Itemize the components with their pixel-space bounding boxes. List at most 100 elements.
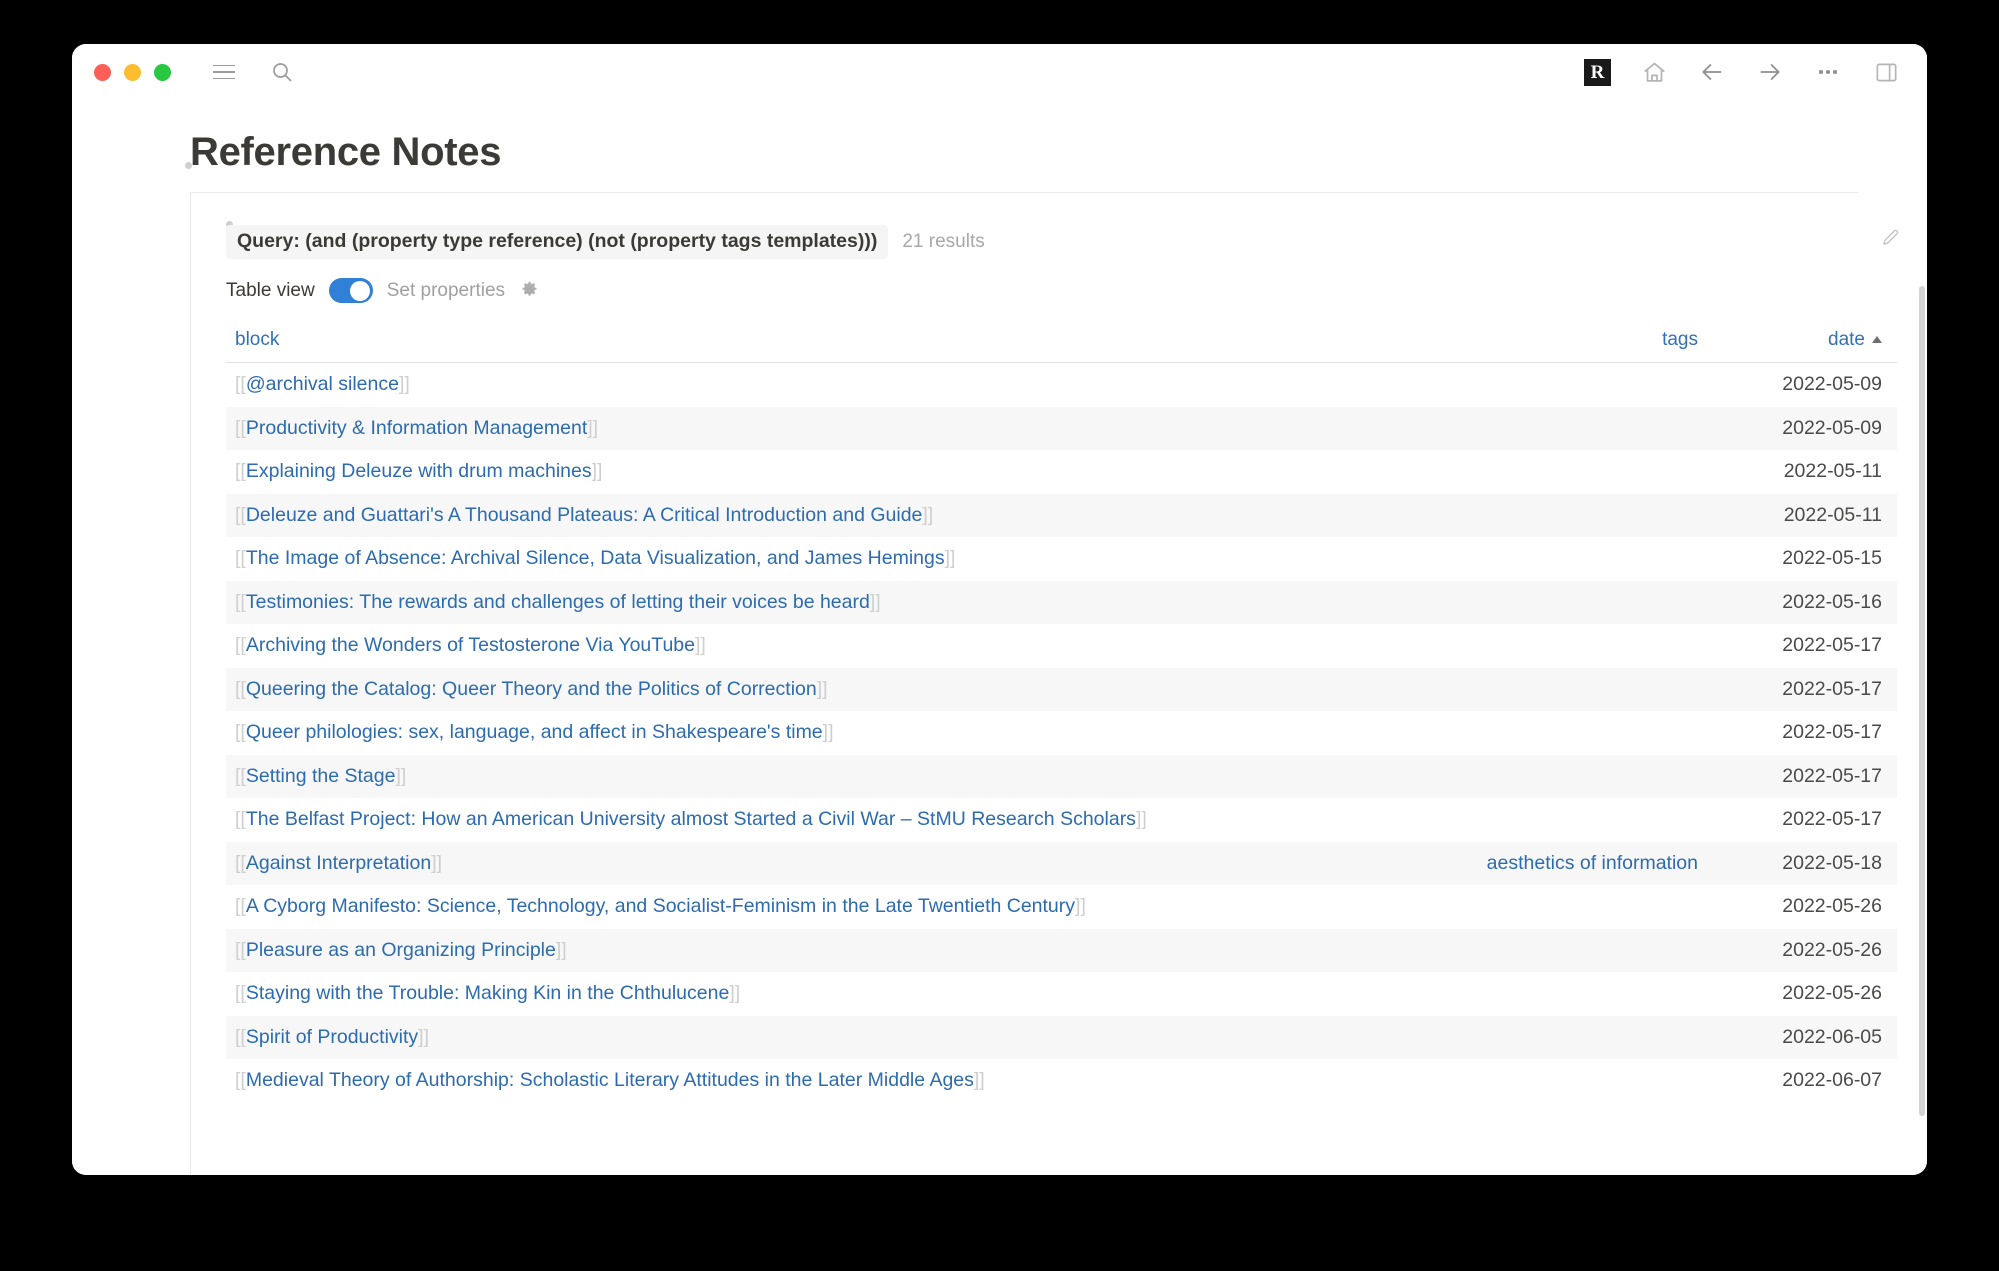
minimize-window-button[interactable]: [124, 63, 141, 81]
page-reference-link[interactable]: Pleasure as an Organizing Principle: [246, 939, 556, 961]
page-reference-link[interactable]: Setting the Stage: [246, 765, 396, 787]
table-cell-block: [[@archival silence]]: [235, 373, 1408, 396]
table-header-row: block tags date: [226, 329, 1897, 363]
column-header-block[interactable]: block: [235, 329, 279, 350]
table-row[interactable]: [[Queering the Catalog: Queer Theory and…: [226, 667, 1897, 711]
table-row[interactable]: [[Archiving the Wonders of Testosterone …: [226, 624, 1897, 668]
pencil-icon[interactable]: [1879, 227, 1901, 254]
menu-icon[interactable]: [209, 57, 239, 87]
traffic-lights: [94, 63, 171, 81]
table-row[interactable]: [[Staying with the Trouble: Making Kin i…: [226, 972, 1897, 1016]
page-ref-close-bracket: ]]: [816, 677, 828, 700]
page-ref-close-bracket: ]]: [822, 721, 834, 744]
table-cell-block: [[Against Interpretation]]: [235, 852, 1408, 875]
page-ref-close-bracket: ]]: [869, 590, 881, 613]
page-title-row: Reference Notes: [72, 100, 1927, 174]
table-cell-date: 2022-05-17: [1782, 764, 1882, 787]
page-reference-link[interactable]: Testimonies: The rewards and challenges …: [246, 591, 870, 613]
page-reference-link[interactable]: The Belfast Project: How an American Uni…: [246, 808, 1136, 830]
table-row[interactable]: [[Setting the Stage]] 2022-05-17: [226, 754, 1897, 798]
forward-arrow-icon[interactable]: [1755, 57, 1785, 87]
page-reference-link[interactable]: Staying with the Trouble: Making Kin in …: [246, 982, 729, 1004]
table-row[interactable]: [[Spirit of Productivity]] 2022-06-05: [226, 1015, 1897, 1059]
page-ref-open-bracket: [[: [235, 938, 246, 961]
table-cell-tags[interactable]: aesthetics of information: [1408, 852, 1708, 875]
table-cell-date: 2022-05-26: [1782, 982, 1882, 1005]
table-row[interactable]: [[@archival silence]] 2022-05-09: [226, 363, 1897, 407]
page-reference-link[interactable]: Deleuze and Guattari's A Thousand Platea…: [246, 504, 923, 526]
page-reference-link[interactable]: The Image of Absence: Archival Silence, …: [246, 547, 945, 569]
back-arrow-icon[interactable]: [1697, 57, 1727, 87]
toggle-right-sidebar-icon[interactable]: [1871, 57, 1901, 87]
page-ref-open-bracket: [[: [235, 764, 246, 787]
table-body: [[@archival silence]] 2022-05-09 [[Product…: [226, 363, 1897, 1103]
page-reference-link[interactable]: Medieval Theory of Authorship: Scholasti…: [246, 1069, 974, 1091]
table-row[interactable]: [[The Belfast Project: How an American U…: [226, 798, 1897, 842]
table-cell-block: [[Staying with the Trouble: Making Kin i…: [235, 982, 1408, 1005]
maximize-window-button[interactable]: [154, 63, 171, 81]
page-ref-open-bracket: [[: [235, 851, 246, 874]
page-reference-link[interactable]: Archiving the Wonders of Testosterone Vi…: [246, 634, 695, 656]
table-cell-block: [[Spirit of Productivity]]: [235, 1026, 1408, 1049]
page-ref-close-bracket: ]]: [944, 547, 956, 570]
page-reference-link[interactable]: Queering the Catalog: Queer Theory and t…: [246, 678, 817, 700]
toggle-knob: [350, 280, 371, 301]
sort-ascending-icon: [1872, 336, 1882, 343]
table-header-block-cell: block: [235, 329, 1408, 351]
table-row[interactable]: [[Against Interpretation]] aesthetics of …: [226, 841, 1897, 885]
table-cell-block: [[Deleuze and Guattari's A Thousand Plat…: [235, 504, 1408, 527]
page-ref-open-bracket: [[: [235, 634, 246, 657]
table-row[interactable]: [[Deleuze and Guattari's A Thousand Plat…: [226, 493, 1897, 537]
page-ref-open-bracket: [[: [235, 808, 246, 831]
table-row[interactable]: [[Productivity & Information Management]…: [226, 406, 1897, 450]
close-window-button[interactable]: [94, 63, 111, 81]
table-row[interactable]: [[A Cyborg Manifesto: Science, Technolog…: [226, 885, 1897, 929]
page-reference-link[interactable]: Explaining Deleuze with drum machines: [246, 460, 592, 482]
table-cell-date: 2022-05-17: [1782, 634, 1882, 657]
table-row[interactable]: [[Queer philologies: sex, language, and …: [226, 711, 1897, 755]
table-cell-date: 2022-05-17: [1782, 677, 1882, 700]
table-row[interactable]: [[The Image of Absence: Archival Silence…: [226, 537, 1897, 581]
vertical-scrollbar-thumb[interactable]: [1919, 286, 1925, 1116]
query-string[interactable]: Query: (and (property type reference) (n…: [226, 225, 889, 259]
page-ref-close-bracket: ]]: [418, 1025, 429, 1048]
vertical-scrollbar-track[interactable]: [1918, 156, 1927, 1175]
page-ref-open-bracket: [[: [235, 460, 246, 483]
column-header-tags[interactable]: tags: [1662, 329, 1698, 350]
page-reference-link[interactable]: Productivity & Information Management: [246, 417, 587, 439]
page-ref-open-bracket: [[: [235, 590, 246, 613]
table-view-toggle[interactable]: [328, 278, 373, 303]
table-cell-date: 2022-05-09: [1782, 373, 1882, 396]
table-row[interactable]: [[Explaining Deleuze with drum machines]…: [226, 450, 1897, 494]
page-ref-close-bracket: ]]: [398, 373, 410, 396]
table-cell-date: 2022-05-09: [1782, 416, 1882, 439]
page-ref-open-bracket: [[: [235, 547, 246, 570]
set-properties-label[interactable]: Set properties: [387, 280, 505, 302]
home-icon[interactable]: [1639, 57, 1669, 87]
table-cell-date: 2022-05-17: [1782, 808, 1882, 831]
column-header-date[interactable]: date: [1828, 329, 1865, 350]
table-cell-date: 2022-05-15: [1782, 547, 1882, 570]
table-cell-block: [[Explaining Deleuze with drum machines]…: [235, 460, 1408, 483]
page-reference-link[interactable]: A Cyborg Manifesto: Science, Technology,…: [246, 895, 1075, 917]
logseq-logo-icon[interactable]: R: [1584, 58, 1611, 86]
table-row[interactable]: [[Pleasure as an Organizing Principle]] 2…: [226, 928, 1897, 972]
query-header: Query: (and (property type reference) (n…: [226, 209, 1927, 259]
page-ref-open-bracket: [[: [235, 982, 246, 1005]
right-toolbar: R: [1584, 44, 1901, 100]
gear-icon[interactable]: [519, 280, 540, 301]
table-row[interactable]: [[Testimonies: The rewards and challenge…: [226, 580, 1897, 624]
table-row[interactable]: [[Medieval Theory of Authorship: Scholas…: [226, 1059, 1897, 1103]
more-options-icon[interactable]: [1813, 57, 1843, 87]
page-reference-link[interactable]: Spirit of Productivity: [246, 1026, 418, 1048]
query-block: Query: (and (property type reference) (n…: [190, 193, 1927, 1175]
page-reference-link[interactable]: @archival silence: [246, 373, 399, 395]
search-icon[interactable]: [267, 57, 297, 87]
page-body: Reference Notes Query: (and (property ty…: [72, 100, 1927, 1175]
page-reference-link[interactable]: Against Interpretation: [246, 852, 431, 874]
page-ref-open-bracket: [[: [235, 1069, 246, 1092]
table-header-date-cell: date: [1708, 329, 1888, 351]
page-ref-close-bracket: ]]: [591, 460, 603, 483]
table-cell-date: 2022-05-11: [1783, 503, 1882, 526]
page-reference-link[interactable]: Queer philologies: sex, language, and af…: [246, 721, 823, 743]
